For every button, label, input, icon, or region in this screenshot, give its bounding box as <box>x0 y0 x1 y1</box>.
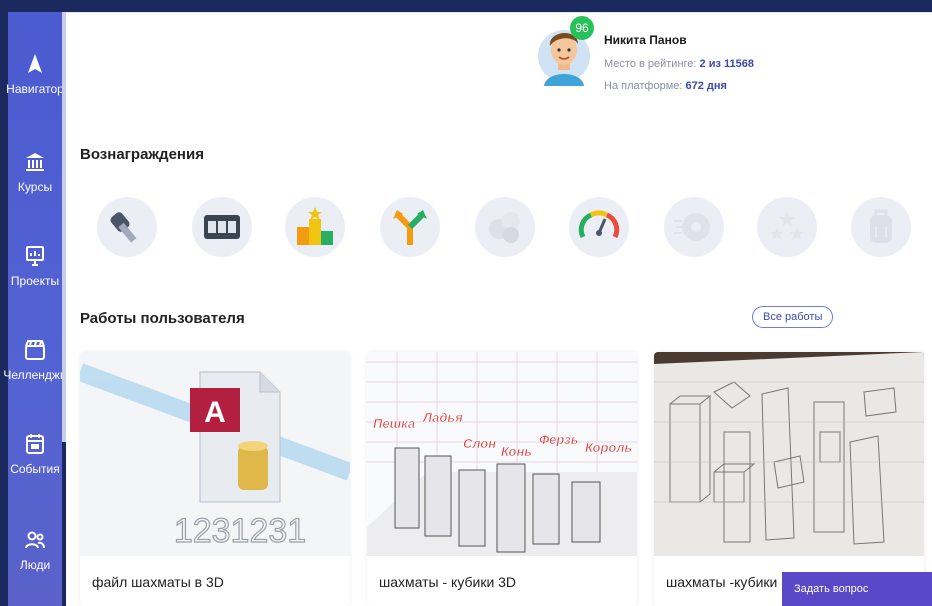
courses-building-icon <box>26 153 44 171</box>
sidebar-item-courses[interactable]: Курсы <box>8 150 62 194</box>
award-wheel[interactable] <box>664 197 724 257</box>
work-title: файл шахматы в 3D <box>92 574 224 590</box>
thumb-caption: 1231231 <box>174 512 306 550</box>
sidebar-item-events[interactable]: События <box>8 432 62 476</box>
level-badge: 96 <box>570 16 594 40</box>
ask-question-button[interactable]: Задать вопрос <box>782 572 932 606</box>
wheel-icon <box>674 213 710 241</box>
sidebar-item-label: Челленджи <box>3 368 67 382</box>
svg-text:A: A <box>204 396 226 429</box>
projects-board-icon <box>26 246 44 266</box>
stars-icon <box>770 211 804 240</box>
platform-value: 672 дня <box>685 80 727 92</box>
sidebar-item-label: Проекты <box>10 274 60 288</box>
piece-label: Король <box>585 440 632 455</box>
sidebar-item-projects[interactable]: Проекты <box>8 244 62 288</box>
award-counter[interactable] <box>192 197 252 257</box>
navigator-arrow-icon <box>28 54 42 73</box>
key-icon <box>110 212 137 243</box>
profile-page: 96 Никита Панов Место в рейтинге: 2 из 1… <box>66 12 932 606</box>
rating-line: Место в рейтинге: 2 из 11568 <box>604 58 754 70</box>
divider <box>66 12 932 13</box>
award-split-arrows[interactable] <box>380 197 440 257</box>
sidebar-item-label: Курсы <box>17 180 53 194</box>
work-title: шахматы - кубики 3D <box>379 574 517 590</box>
award-podium[interactable] <box>285 197 345 257</box>
sidebar-item-navigator[interactable]: Навигатор <box>6 52 64 96</box>
user-name: Никита Панов <box>604 33 687 47</box>
award-speedometer[interactable] <box>569 197 629 257</box>
sidebar-item-label: События <box>10 462 60 476</box>
piece-label: Пешка <box>373 416 415 431</box>
people-icon <box>25 531 45 549</box>
award-key[interactable] <box>97 197 157 257</box>
split-arrows-icon <box>393 210 427 245</box>
platform-line: На платформе: 672 дня <box>604 80 727 92</box>
podium-icon <box>297 207 333 245</box>
work-thumbnail: A 1231231 <box>80 352 350 556</box>
award-bubbles[interactable] <box>475 197 535 257</box>
speedometer-icon <box>578 210 620 239</box>
rating-value: 2 из 11568 <box>699 58 754 70</box>
sidebar-item-challenges[interactable]: Челленджи <box>3 338 67 382</box>
sidebar-item-people[interactable]: Люди <box>8 528 62 572</box>
piece-label: Ладья <box>422 410 463 425</box>
award-stars[interactable] <box>757 197 817 257</box>
works-title: Работы пользователя <box>80 310 245 327</box>
work-card[interactable]: A 1231231 файл шахматы в 3D <box>80 352 350 606</box>
challenges-clapper-icon <box>25 340 45 360</box>
award-backpack[interactable] <box>851 197 911 257</box>
piece-label: Ферзь <box>539 432 579 447</box>
work-thumbnail: Пешка Ладья Слон Конь Ферзь Король <box>367 352 637 556</box>
events-calendar-icon <box>26 434 44 454</box>
work-card[interactable]: шахматы -кубики 3D <box>654 352 924 606</box>
awards-title: Вознаграждения <box>80 146 204 163</box>
backpack-icon <box>870 209 892 243</box>
sidebar-item-label: Навигатор <box>6 82 64 96</box>
platform-label: На платформе: <box>604 80 683 92</box>
all-works-button[interactable]: Все работы <box>752 306 834 328</box>
sidebar: Навигатор Курсы Проекты Челленджи Событи… <box>3 12 67 606</box>
work-thumbnail <box>654 352 924 556</box>
counter-icon <box>204 215 240 239</box>
work-card[interactable]: Пешка Ладья Слон Конь Ферзь Король шахма… <box>367 352 637 606</box>
piece-label: Слон <box>463 436 496 451</box>
bubbles-icon <box>489 212 520 243</box>
piece-label: Конь <box>501 444 532 459</box>
work-title: шахматы -кубики 3D <box>666 574 800 590</box>
sidebar-item-label: Люди <box>19 558 51 572</box>
rating-label: Место в рейтинге: <box>604 58 697 70</box>
